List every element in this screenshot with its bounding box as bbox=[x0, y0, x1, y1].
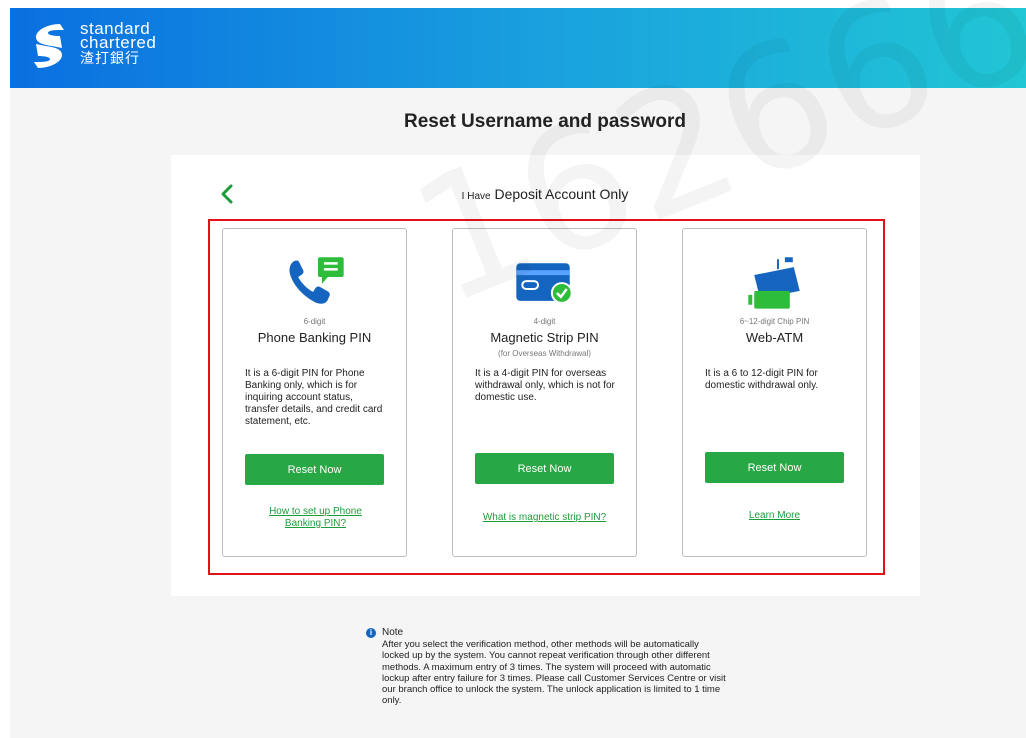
chip-card-icon bbox=[748, 257, 800, 309]
reset-now-button[interactable]: Reset Now bbox=[705, 452, 844, 483]
brand-line-2: chartered bbox=[80, 33, 157, 52]
learn-more-link[interactable]: Learn More bbox=[683, 510, 866, 522]
what-is-magnetic-strip-pin-link[interactable]: What is magnetic strip PIN? bbox=[453, 512, 636, 524]
card-magnetic-strip-pin: 4-digit Magnetic Strip PIN (for Overseas… bbox=[452, 228, 637, 557]
header-bar: standard chartered 渣打銀行 bbox=[10, 8, 1026, 88]
card-description: It is a 6 to 12-digit PIN for domestic w… bbox=[705, 368, 819, 391]
card-phone-banking-pin: 6-digit Phone Banking PIN It is a 6-digi… bbox=[222, 228, 407, 557]
card-description: It is a 6-digit PIN for Phone Banking on… bbox=[245, 368, 383, 427]
note-text: After you select the verification method… bbox=[382, 639, 726, 707]
reset-now-button[interactable]: Reset Now bbox=[475, 453, 614, 484]
section-title: I Have Deposit Account Only bbox=[300, 186, 790, 202]
card-note: (for Overseas Withdrawal) bbox=[498, 349, 591, 358]
chevron-left-icon[interactable] bbox=[218, 183, 236, 205]
card-title: Magnetic Strip PIN bbox=[490, 330, 599, 345]
section-title-prefix: I Have bbox=[461, 191, 491, 202]
card-title: Web-ATM bbox=[745, 330, 804, 345]
brand-name: standard chartered 渣打銀行 bbox=[80, 20, 157, 66]
standard-chartered-logo-icon bbox=[34, 24, 64, 68]
brand-line-3: 渣打銀行 bbox=[80, 50, 140, 66]
card-web-atm: 6~12-digit Chip PIN Web-ATM It is a 6 to… bbox=[682, 228, 867, 557]
reset-now-button[interactable]: Reset Now bbox=[245, 454, 384, 485]
card-sub-label: 6-digit bbox=[303, 317, 326, 326]
card-sub-label: 6~12-digit Chip PIN bbox=[739, 317, 810, 326]
card-check-icon bbox=[516, 263, 573, 304]
card-title: Phone Banking PIN bbox=[257, 330, 372, 345]
how-to-setup-phone-banking-pin-link[interactable]: How to set up Phone Banking PIN? bbox=[263, 506, 368, 530]
phone-chat-icon bbox=[289, 257, 344, 304]
note-block: i Note After you select the verification… bbox=[366, 627, 726, 707]
card-description: It is a 4-digit PIN for overseas withdra… bbox=[475, 368, 615, 403]
page-title: Reset Username and password bbox=[404, 111, 686, 132]
info-icon: i bbox=[366, 627, 376, 638]
note-header: i Note bbox=[366, 627, 726, 638]
note-title: Note bbox=[382, 627, 404, 638]
section-title-main: Deposit Account Only bbox=[494, 186, 629, 202]
card-sub-label: 4-digit bbox=[533, 317, 556, 326]
